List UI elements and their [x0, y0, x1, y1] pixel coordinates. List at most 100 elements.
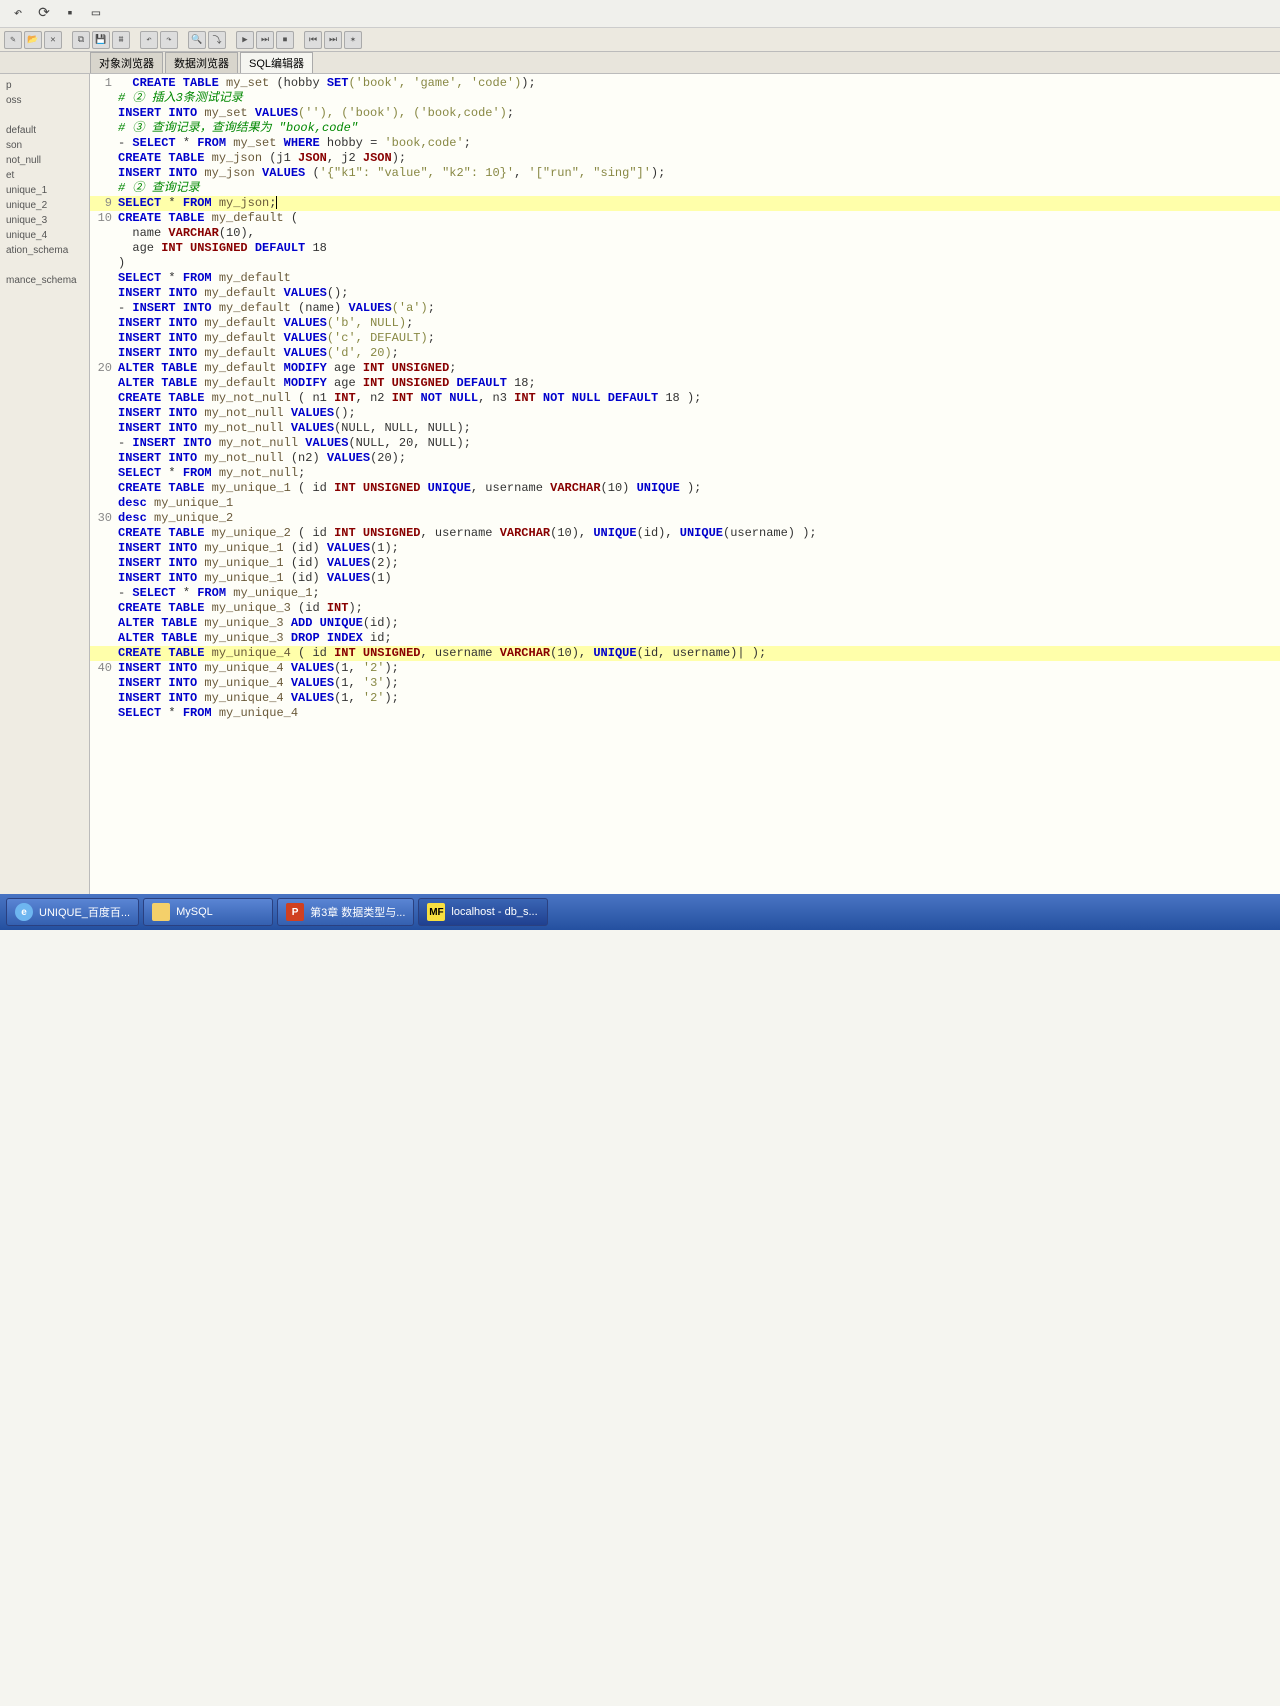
code-text[interactable]: CREATE TABLE my_unique_2 ( id INT UNSIGN… — [118, 526, 1280, 541]
sidebar-item[interactable]: ation_schema — [2, 243, 87, 258]
code-text[interactable]: CREATE TABLE my_json (j1 JSON, j2 JSON); — [118, 151, 1280, 166]
code-line[interactable]: 30desc my_unique_2 — [90, 511, 1280, 526]
tab-object-browser[interactable]: 对象浏览器 — [90, 52, 163, 73]
code-text[interactable]: ALTER TABLE my_default MODIFY age INT UN… — [118, 376, 1280, 391]
tab-sql-editor[interactable]: SQL编辑器 — [240, 52, 313, 73]
code-text[interactable]: INSERT INTO my_unique_4 VALUES(1, '2'); — [118, 691, 1280, 706]
code-text[interactable]: INSERT INTO my_unique_4 VALUES(1, '2'); — [118, 661, 1280, 676]
code-text[interactable]: name VARCHAR(10), — [118, 226, 1280, 241]
code-text[interactable]: SELECT * FROM my_default — [118, 271, 1280, 286]
code-text[interactable]: CREATE TABLE my_unique_3 (id INT); — [118, 601, 1280, 616]
code-text[interactable]: CREATE TABLE my_set (hobby SET('book', '… — [118, 76, 1280, 91]
code-text[interactable]: INSERT INTO my_default VALUES(); — [118, 286, 1280, 301]
sidebar-item[interactable]: son — [2, 138, 87, 153]
sidebar-item[interactable]: p — [2, 78, 87, 93]
code-line[interactable]: # ③ 查询记录，查询结果为 "book,code" — [90, 121, 1280, 136]
sidebar-item[interactable] — [2, 108, 87, 123]
code-text[interactable]: - SELECT * FROM my_unique_1; — [118, 586, 1280, 601]
code-line[interactable]: INSERT INTO my_not_null (n2) VALUES(20); — [90, 451, 1280, 466]
code-line[interactable]: age INT UNSIGNED DEFAULT 18 — [90, 241, 1280, 256]
code-line[interactable]: INSERT INTO my_not_null VALUES(NULL, NUL… — [90, 421, 1280, 436]
code-text[interactable]: desc my_unique_2 — [118, 511, 1280, 526]
tab-data-browser[interactable]: 数据浏览器 — [165, 52, 238, 73]
code-text[interactable]: INSERT INTO my_default VALUES('d', 20); — [118, 346, 1280, 361]
code-line[interactable]: INSERT INTO my_default VALUES('b', NULL)… — [90, 316, 1280, 331]
tool-redo-icon[interactable]: ↷ — [160, 31, 178, 49]
code-line[interactable]: - INSERT INTO my_default (name) VALUES('… — [90, 301, 1280, 316]
sidebar-item[interactable]: unique_4 — [2, 228, 87, 243]
back-icon[interactable]: ↶ — [8, 4, 28, 24]
code-line[interactable]: INSERT INTO my_default VALUES('d', 20); — [90, 346, 1280, 361]
code-line[interactable]: SELECT * FROM my_default — [90, 271, 1280, 286]
tool-prev-icon[interactable]: ⏮ — [304, 31, 322, 49]
code-text[interactable]: INSERT INTO my_set VALUES(''), ('book'),… — [118, 106, 1280, 121]
tool-run-icon[interactable]: ▶ — [236, 31, 254, 49]
code-line[interactable]: 9SELECT * FROM my_json; — [90, 196, 1280, 211]
code-text[interactable]: INSERT INTO my_json VALUES ('{"k1": "val… — [118, 166, 1280, 181]
tool-saveall-icon[interactable]: ⩩ — [112, 31, 130, 49]
code-line[interactable]: INSERT INTO my_unique_1 (id) VALUES(1) — [90, 571, 1280, 586]
code-text[interactable]: INSERT INTO my_unique_4 VALUES(1, '3'); — [118, 676, 1280, 691]
sidebar-item[interactable]: mance_schema — [2, 273, 87, 288]
code-text[interactable]: # ② 查询记录 — [118, 181, 1280, 196]
taskbar-item[interactable]: MySQL — [143, 898, 273, 926]
code-text[interactable]: CREATE TABLE my_default ( — [118, 211, 1280, 226]
code-text[interactable]: SELECT * FROM my_not_null; — [118, 466, 1280, 481]
code-line[interactable]: CREATE TABLE my_unique_4 ( id INT UNSIGN… — [90, 646, 1280, 661]
code-line[interactable]: CREATE TABLE my_unique_3 (id INT); — [90, 601, 1280, 616]
code-text[interactable]: INSERT INTO my_not_null VALUES(NULL, NUL… — [118, 421, 1280, 436]
code-line[interactable]: - SELECT * FROM my_unique_1; — [90, 586, 1280, 601]
code-line[interactable]: # ② 查询记录 — [90, 181, 1280, 196]
code-line[interactable]: INSERT INTO my_unique_4 VALUES(1, '2'); — [90, 691, 1280, 706]
code-text[interactable]: INSERT INTO my_default VALUES('b', NULL)… — [118, 316, 1280, 331]
code-line[interactable]: 20ALTER TABLE my_default MODIFY age INT … — [90, 361, 1280, 376]
code-text[interactable]: ) — [118, 256, 1280, 271]
code-text[interactable]: CREATE TABLE my_not_null ( n1 INT, n2 IN… — [118, 391, 1280, 406]
code-line[interactable]: ALTER TABLE my_unique_3 ADD UNIQUE(id); — [90, 616, 1280, 631]
code-text[interactable]: SELECT * FROM my_json; — [118, 196, 1280, 211]
code-line[interactable]: desc my_unique_1 — [90, 496, 1280, 511]
sidebar-item[interactable] — [2, 258, 87, 273]
code-text[interactable]: INSERT INTO my_unique_1 (id) VALUES(1) — [118, 571, 1280, 586]
taskbar-item[interactable]: P第3章 数据类型与... — [277, 898, 414, 926]
code-text[interactable]: INSERT INTO my_not_null (n2) VALUES(20); — [118, 451, 1280, 466]
code-line[interactable]: ALTER TABLE my_default MODIFY age INT UN… — [90, 376, 1280, 391]
code-line[interactable]: - INSERT INTO my_not_null VALUES(NULL, 2… — [90, 436, 1280, 451]
code-text[interactable]: CREATE TABLE my_unique_4 ( id INT UNSIGN… — [118, 646, 1280, 661]
sidebar-item[interactable]: unique_3 — [2, 213, 87, 228]
sidebar-item[interactable]: oss — [2, 93, 87, 108]
tool-step-icon[interactable]: ⏭ — [256, 31, 274, 49]
code-text[interactable]: ALTER TABLE my_unique_3 ADD UNIQUE(id); — [118, 616, 1280, 631]
code-text[interactable]: INSERT INTO my_unique_1 (id) VALUES(2); — [118, 556, 1280, 571]
code-text[interactable]: SELECT * FROM my_unique_4 — [118, 706, 1280, 721]
code-line[interactable]: INSERT INTO my_not_null VALUES(); — [90, 406, 1280, 421]
code-text[interactable]: - SELECT * FROM my_set WHERE hobby = 'bo… — [118, 136, 1280, 151]
code-text[interactable]: ALTER TABLE my_unique_3 DROP INDEX id; — [118, 631, 1280, 646]
tool-undo-icon[interactable]: ↶ — [140, 31, 158, 49]
code-line[interactable]: # ② 插入3条测试记录 — [90, 91, 1280, 106]
schema-sidebar[interactable]: poss defaultsonnot_nulletunique_1unique_… — [0, 74, 90, 894]
tool-new-icon[interactable]: ✎ — [4, 31, 22, 49]
sidebar-item[interactable]: default — [2, 123, 87, 138]
code-line[interactable]: SELECT * FROM my_not_null; — [90, 466, 1280, 481]
code-line[interactable]: INSERT INTO my_default VALUES(); — [90, 286, 1280, 301]
sidebar-item[interactable]: not_null — [2, 153, 87, 168]
code-text[interactable]: # ② 插入3条测试记录 — [118, 91, 1280, 106]
code-text[interactable]: desc my_unique_1 — [118, 496, 1280, 511]
code-line[interactable]: CREATE TABLE my_json (j1 JSON, j2 JSON); — [90, 151, 1280, 166]
code-text[interactable]: INSERT INTO my_default VALUES('c', DEFAU… — [118, 331, 1280, 346]
code-text[interactable]: INSERT INTO my_unique_1 (id) VALUES(1); — [118, 541, 1280, 556]
taskbar-item[interactable]: eUNIQUE_百度百... — [6, 898, 139, 926]
sidebar-item[interactable]: unique_2 — [2, 198, 87, 213]
app-icon[interactable]: ▪ — [60, 4, 80, 24]
tool-findnext-icon[interactable]: ⤵ — [208, 31, 226, 49]
code-line[interactable]: ) — [90, 256, 1280, 271]
code-line[interactable]: CREATE TABLE my_unique_2 ( id INT UNSIGN… — [90, 526, 1280, 541]
code-line[interactable]: SELECT * FROM my_unique_4 — [90, 706, 1280, 721]
code-line[interactable]: CREATE TABLE my_unique_1 ( id INT UNSIGN… — [90, 481, 1280, 496]
code-line[interactable]: INSERT INTO my_json VALUES ('{"k1": "val… — [90, 166, 1280, 181]
code-text[interactable]: CREATE TABLE my_unique_1 ( id INT UNSIGN… — [118, 481, 1280, 496]
tool-close-icon[interactable]: ✕ — [44, 31, 62, 49]
tool-stop-icon[interactable]: ⏹ — [276, 31, 294, 49]
tool-find-icon[interactable]: 🔍 — [188, 31, 206, 49]
